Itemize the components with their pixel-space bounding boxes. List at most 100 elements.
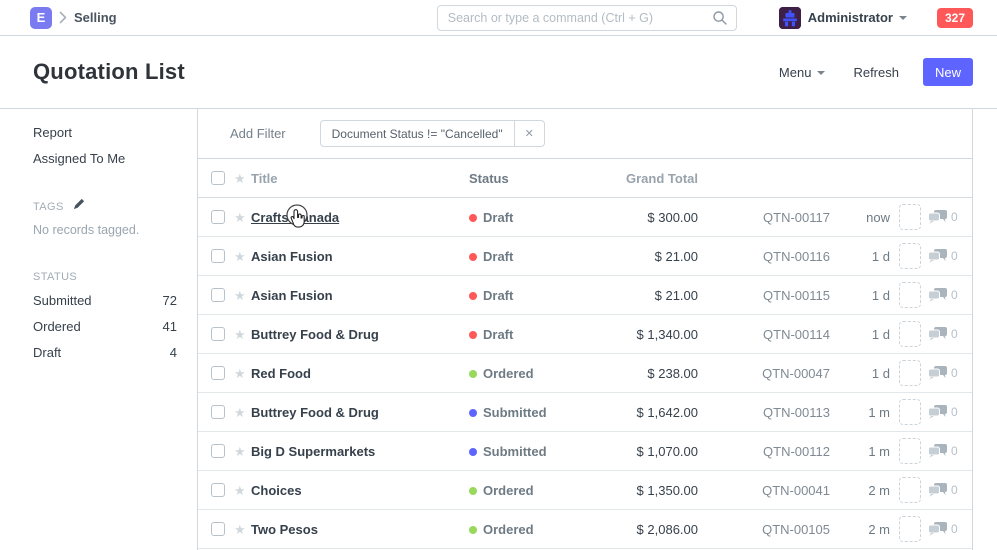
comment-count[interactable]: 0 (928, 405, 958, 419)
status-dot-icon (469, 331, 477, 339)
star-icon[interactable]: ★ (234, 445, 248, 458)
row-checkbox[interactable] (211, 444, 225, 458)
assign-to-button[interactable] (899, 516, 921, 542)
edit-pencil-icon[interactable] (73, 201, 85, 213)
star-icon[interactable]: ★ (234, 289, 248, 302)
quotation-row[interactable]: ★ Buttrey Food & Drug Draft $ 1,340.00 Q… (198, 315, 972, 354)
row-title-link[interactable]: Crafts Canada (251, 210, 339, 225)
comment-count[interactable]: 0 (928, 210, 958, 224)
quotation-row[interactable]: ★ Red Food Ordered $ 238.00 QTN-00047 1 … (198, 354, 972, 393)
row-status: Ordered (469, 522, 612, 537)
comment-count[interactable]: 0 (928, 327, 958, 341)
comment-count-number: 0 (951, 444, 958, 458)
row-id[interactable]: QTN-00041 (698, 483, 830, 498)
quotation-row[interactable]: ★ Asian Fusion Draft $ 21.00 QTN-00116 1… (198, 237, 972, 276)
breadcrumb[interactable]: Selling (74, 10, 117, 25)
star-icon[interactable]: ★ (234, 250, 248, 263)
row-checkbox[interactable] (211, 522, 225, 536)
refresh-button[interactable]: Refresh (853, 65, 899, 80)
assign-to-button[interactable] (899, 360, 921, 386)
row-id[interactable]: QTN-00047 (698, 366, 830, 381)
comment-bubbles-icon (928, 288, 947, 302)
star-icon[interactable]: ★ (234, 367, 248, 380)
assign-to-button[interactable] (899, 204, 921, 230)
row-checkbox[interactable] (211, 483, 225, 497)
search-input[interactable] (448, 11, 712, 25)
assign-to-button[interactable] (899, 438, 921, 464)
assign-to-button[interactable] (899, 321, 921, 347)
star-icon[interactable]: ★ (234, 211, 248, 224)
row-title-link[interactable]: Buttrey Food & Drug (251, 327, 379, 342)
row-title-link[interactable]: Asian Fusion (251, 249, 333, 264)
comment-count[interactable]: 0 (928, 522, 958, 536)
row-modified: 1 m (830, 444, 890, 459)
app-logo[interactable]: E (30, 7, 52, 29)
select-all-checkbox[interactable] (211, 171, 225, 185)
row-id[interactable]: QTN-00114 (698, 327, 830, 342)
search-icon[interactable] (712, 10, 728, 26)
row-title-link[interactable]: Buttrey Food & Drug (251, 405, 379, 420)
user-menu[interactable]: Administrator (808, 10, 893, 25)
star-icon[interactable]: ★ (234, 484, 248, 497)
comment-count[interactable]: 0 (928, 288, 958, 302)
row-id[interactable]: QTN-00113 (698, 405, 830, 420)
quotation-row[interactable]: ★ Two Pesos Ordered $ 2,086.00 QTN-00105… (198, 510, 972, 549)
star-icon[interactable]: ★ (234, 523, 248, 536)
row-checkbox[interactable] (211, 366, 225, 380)
row-grand-total: $ 300.00 (612, 210, 698, 225)
comment-bubbles-icon (928, 249, 947, 263)
status-filter-ordered[interactable]: Ordered41 (33, 319, 177, 334)
row-title-link[interactable]: Big D Supermarkets (251, 444, 375, 459)
sidebar-item-assigned-to-me[interactable]: Assigned To Me (33, 151, 177, 166)
row-grand-total: $ 2,086.00 (612, 522, 698, 537)
assign-to-button[interactable] (899, 243, 921, 269)
quotation-row[interactable]: ★ Buttrey Food & Drug Submitted $ 1,642.… (198, 393, 972, 432)
row-checkbox[interactable] (211, 327, 225, 341)
row-id[interactable]: QTN-00105 (698, 522, 830, 537)
quotation-row[interactable]: ★ Crafts Canada Draft $ 300.00 QTN-00117… (198, 198, 972, 237)
row-title-link[interactable]: Asian Fusion (251, 288, 333, 303)
remove-filter-icon[interactable]: ✕ (515, 120, 545, 147)
active-filter-pill: Document Status != "Cancelled" ✕ (320, 120, 545, 147)
row-checkbox[interactable] (211, 249, 225, 263)
comment-count[interactable]: 0 (928, 249, 958, 263)
row-title-link[interactable]: Choices (251, 483, 302, 498)
row-modified: 1 d (830, 366, 890, 381)
star-icon[interactable]: ★ (234, 172, 248, 185)
row-id[interactable]: QTN-00116 (698, 249, 830, 264)
star-icon[interactable]: ★ (234, 328, 248, 341)
row-checkbox[interactable] (211, 288, 225, 302)
status-label: Draft (483, 327, 513, 342)
row-id[interactable]: QTN-00112 (698, 444, 830, 459)
status-filter-submitted[interactable]: Submitted72 (33, 293, 177, 308)
sidebar-item-report[interactable]: Report (33, 125, 177, 140)
assign-to-button[interactable] (899, 477, 921, 503)
row-checkbox[interactable] (211, 210, 225, 224)
user-avatar[interactable] (779, 7, 801, 29)
page-title: Quotation List (33, 59, 185, 85)
status-filter-draft[interactable]: Draft4 (33, 345, 177, 360)
status-label: Submitted (483, 405, 547, 420)
comment-count[interactable]: 0 (928, 444, 958, 458)
assign-to-button[interactable] (899, 399, 921, 425)
quotation-row[interactable]: ★ Big D Supermarkets Submitted $ 1,070.0… (198, 432, 972, 471)
comment-count[interactable]: 0 (928, 483, 958, 497)
menu-button[interactable]: Menu (779, 65, 826, 80)
row-title-link[interactable]: Two Pesos (251, 522, 318, 537)
add-filter-button[interactable]: Add Filter (230, 126, 286, 141)
global-search[interactable] (437, 5, 737, 31)
quotation-row[interactable]: ★ Choices Ordered $ 1,350.00 QTN-00041 2… (198, 471, 972, 510)
column-header-status: Status (469, 171, 612, 186)
row-title-link[interactable]: Red Food (251, 366, 311, 381)
filter-condition-button[interactable]: Document Status != "Cancelled" (320, 120, 515, 147)
assign-to-button[interactable] (899, 282, 921, 308)
star-icon[interactable]: ★ (234, 406, 248, 419)
new-button[interactable]: New (923, 58, 973, 86)
row-checkbox[interactable] (211, 405, 225, 419)
comment-count[interactable]: 0 (928, 366, 958, 380)
status-label: Draft (483, 249, 513, 264)
row-id[interactable]: QTN-00115 (698, 288, 830, 303)
quotation-row[interactable]: ★ Asian Fusion Draft $ 21.00 QTN-00115 1… (198, 276, 972, 315)
row-id[interactable]: QTN-00117 (698, 210, 830, 225)
notification-badge[interactable]: 327 (937, 8, 973, 28)
